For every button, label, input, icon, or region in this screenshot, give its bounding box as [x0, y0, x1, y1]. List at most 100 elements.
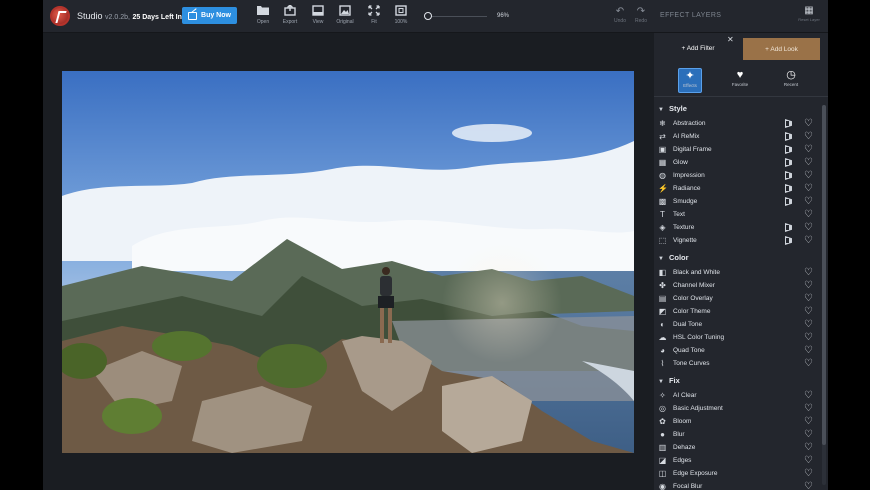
section-title: Style — [668, 104, 687, 113]
favorite-heart-icon[interactable]: ♡ — [804, 235, 813, 246]
effect-item[interactable]: ◍ Impression ♡ — [658, 170, 818, 183]
redo-button[interactable]: ↷ Redo — [631, 6, 651, 24]
favorite-heart-icon[interactable]: ♡ — [804, 358, 813, 369]
effect-item[interactable]: ◉ Focal Blur ♡ — [658, 481, 818, 490]
section-header-color[interactable]: ▼ Color — [658, 253, 689, 262]
favorite-heart-icon[interactable]: ♡ — [804, 345, 813, 356]
actual-size-label: 100% — [394, 19, 408, 25]
tab-favorite[interactable]: ♥ Favorite — [728, 68, 752, 93]
favorite-heart-icon[interactable]: ♡ — [804, 170, 813, 181]
effect-item[interactable]: ◪ Edges ♡ — [658, 455, 818, 468]
effect-item[interactable]: ✧ AI Clear ♡ — [658, 390, 818, 403]
favorite-heart-icon[interactable]: ♡ — [804, 455, 813, 466]
effect-item[interactable]: ◫ Edge Exposure ♡ — [658, 468, 818, 481]
preset-pack-icon[interactable] — [785, 132, 792, 141]
app-logo-icon — [50, 6, 70, 26]
ai-clear-icon: ✧ — [659, 391, 666, 400]
favorite-heart-icon[interactable]: ♡ — [804, 332, 813, 343]
close-icon[interactable]: ✕ — [727, 35, 734, 44]
export-button[interactable]: Export — [276, 4, 304, 25]
buy-now-button[interactable]: Buy Now — [182, 7, 237, 24]
effect-item[interactable]: ◎ Basic Adjustment ♡ — [658, 403, 818, 416]
preset-pack-icon[interactable] — [785, 171, 792, 180]
original-button[interactable]: Original — [331, 5, 359, 25]
favorite-heart-icon[interactable]: ♡ — [804, 209, 813, 220]
favorite-heart-icon[interactable]: ♡ — [804, 131, 813, 142]
export-label: Export — [282, 19, 298, 25]
effect-item[interactable]: T Text ♡ — [658, 209, 818, 222]
favorite-heart-icon[interactable]: ♡ — [804, 319, 813, 330]
open-button[interactable]: Open — [249, 5, 277, 25]
effect-item[interactable]: ◈ Texture ♡ — [658, 222, 818, 235]
favorite-heart-icon[interactable]: ♡ — [804, 144, 813, 155]
preset-pack-icon[interactable] — [785, 119, 792, 128]
effect-item[interactable]: ⚡ Radiance ♡ — [658, 183, 818, 196]
section-header-style[interactable]: ▼ Style — [658, 104, 687, 113]
preset-pack-icon[interactable] — [785, 158, 792, 167]
actual-size-button[interactable]: 100% — [387, 5, 415, 25]
photo-preview[interactable] — [62, 71, 634, 453]
smudge-icon: ▩ — [658, 197, 667, 206]
undo-button[interactable]: ↶ Undo — [610, 6, 630, 24]
preset-pack-icon[interactable] — [785, 223, 792, 232]
favorite-heart-icon[interactable]: ♡ — [804, 390, 813, 401]
favorite-heart-icon[interactable]: ♡ — [804, 468, 813, 479]
effect-item[interactable]: ◐ Dual Tone ♡ — [658, 319, 818, 332]
tab-recent[interactable]: ◷ Recent — [779, 68, 803, 93]
effect-item[interactable]: ● Blur ♡ — [658, 429, 818, 442]
section-header-fix[interactable]: ▼ Fix — [658, 376, 680, 385]
favorite-heart-icon[interactable]: ♡ — [804, 416, 813, 427]
favorite-heart-icon[interactable]: ♡ — [804, 222, 813, 233]
radiance-icon: ⚡ — [658, 184, 668, 193]
effect-item[interactable]: ⌇ Tone Curves ♡ — [658, 358, 818, 371]
favorite-heart-icon[interactable]: ♡ — [804, 403, 813, 414]
effect-item[interactable]: ▣ Digital Frame ♡ — [658, 144, 818, 157]
effect-item[interactable]: ☁ HSL Color Tuning ♡ — [658, 332, 818, 345]
zoom-slider-track[interactable] — [429, 16, 487, 17]
favorite-heart-icon[interactable]: ♡ — [804, 429, 813, 440]
remix-icon: ⇄ — [659, 132, 666, 141]
zoom-value: 96% — [497, 13, 510, 19]
preset-pack-icon[interactable] — [785, 184, 792, 193]
favorite-heart-icon[interactable]: ♡ — [804, 293, 813, 304]
tab-effects[interactable]: ✦ Effects — [678, 68, 702, 93]
bloom-icon: ✿ — [659, 417, 666, 426]
effect-item[interactable]: ◕ Quad Tone ♡ — [658, 345, 818, 358]
zoom-slider-handle[interactable] — [424, 12, 432, 20]
adjust-icon: ◎ — [659, 404, 666, 413]
effect-item[interactable]: ▤ Color Overlay ♡ — [658, 293, 818, 306]
fit-button[interactable]: Fit — [360, 5, 388, 25]
effect-item[interactable]: ▦ Glow ♡ — [658, 157, 818, 170]
add-look-button[interactable]: + Add Look — [743, 38, 820, 60]
vignette-icon: ⬚ — [658, 236, 667, 245]
favorite-heart-icon[interactable]: ♡ — [804, 267, 813, 278]
favorite-heart-icon[interactable]: ♡ — [804, 280, 813, 291]
preset-pack-icon[interactable] — [785, 145, 792, 154]
effect-item[interactable]: ⇄ AI ReMix ♡ — [658, 131, 818, 144]
effect-item[interactable]: ▩ Smudge ♡ — [658, 196, 818, 209]
favorite-heart-icon[interactable]: ♡ — [804, 196, 813, 207]
scrollbar-thumb[interactable] — [822, 105, 826, 445]
effect-item[interactable]: ⬚ Vignette ♡ — [658, 235, 818, 248]
favorite-heart-icon[interactable]: ♡ — [804, 306, 813, 317]
preset-pack-icon[interactable] — [785, 236, 792, 245]
effects-scrollbar[interactable] — [822, 105, 826, 485]
favorite-heart-icon[interactable]: ♡ — [804, 442, 813, 453]
effect-item[interactable]: ✤ Channel Mixer ♡ — [658, 280, 818, 293]
blur-icon: ● — [660, 430, 665, 439]
effect-label: Focal Blur — [673, 483, 703, 490]
view-button[interactable]: View — [304, 5, 332, 25]
effect-label: Radiance — [673, 185, 701, 192]
effect-item[interactable]: ❄ Abstraction ♡ — [658, 118, 818, 131]
effect-item[interactable]: ✿ Bloom ♡ — [658, 416, 818, 429]
favorite-heart-icon[interactable]: ♡ — [804, 481, 813, 490]
reset-layer-button[interactable]: ▦ Reset Layer — [797, 5, 821, 22]
favorite-heart-icon[interactable]: ♡ — [804, 118, 813, 129]
preset-pack-icon[interactable] — [785, 197, 792, 206]
favorite-heart-icon[interactable]: ♡ — [804, 183, 813, 194]
favorite-heart-icon[interactable]: ♡ — [804, 157, 813, 168]
effect-item[interactable]: ◧ Black and White ♡ — [658, 267, 818, 280]
effect-item[interactable]: ▥ Dehaze ♡ — [658, 442, 818, 455]
buy-now-label: Buy Now — [201, 12, 231, 19]
effect-item[interactable]: ◩ Color Theme ♡ — [658, 306, 818, 319]
